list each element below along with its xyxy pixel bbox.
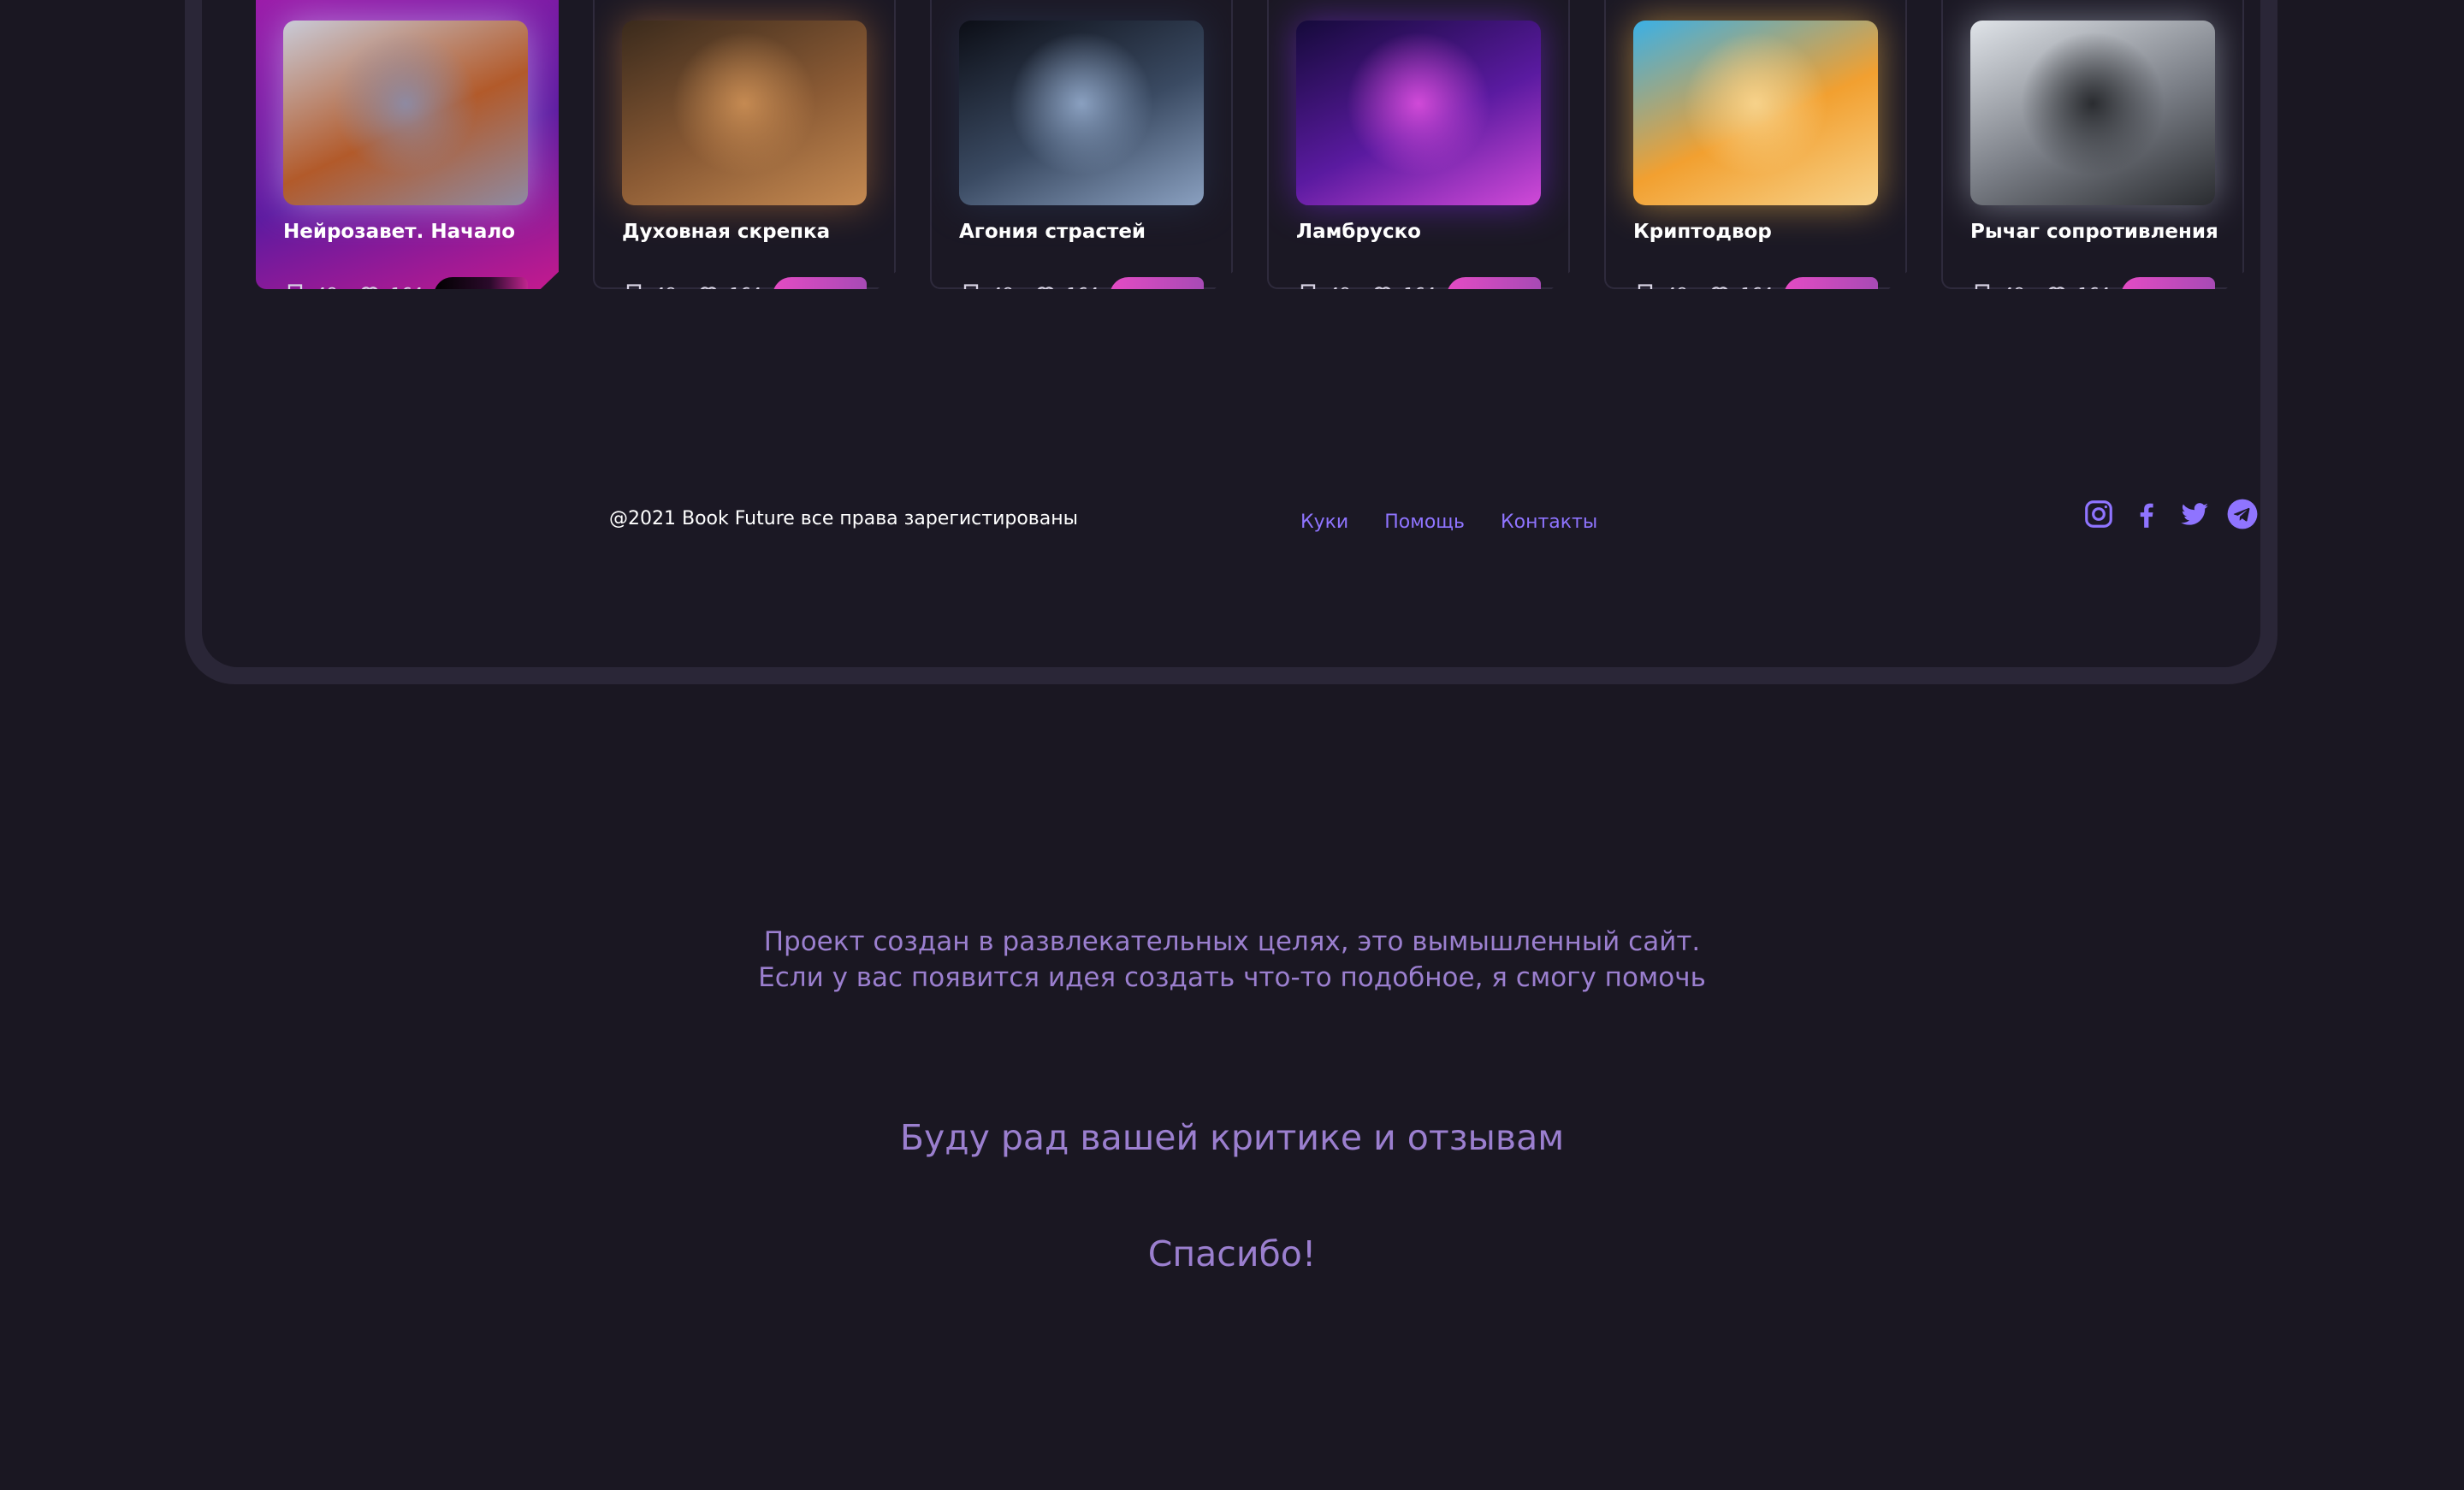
bookmark-count: 48 [1329,284,1351,305]
book-stats: 48 164 [283,282,424,306]
note-line-1: Проект создан в развлекательных целях, э… [763,926,1701,957]
bookmark-count: 48 [992,284,1014,305]
read-button[interactable]: Читать [1784,277,1878,289]
book-cover-image[interactable] [1296,21,1541,205]
telegram-icon[interactable] [2226,498,2259,530]
book-cover-image[interactable] [1633,21,1878,205]
book-title: Ламбруско [1296,221,1421,243]
project-note: Проект создан в развлекательных целях, э… [0,924,2464,996]
facebook-icon[interactable] [2130,498,2163,530]
like-count: 164 [729,284,762,305]
book-stats: 48 164 [1970,282,2111,306]
like-count: 164 [1740,284,1774,305]
book-title: Рычаг сопротивления [1970,221,2218,243]
book-card[interactable]: Рычаг сопротивления 48 164 Читать [1941,0,2244,289]
heart-icon[interactable] [358,282,382,306]
bookmark-icon[interactable] [959,282,983,306]
bookmark-icon[interactable] [622,282,646,306]
book-cover-image[interactable] [1970,21,2215,205]
instagram-icon[interactable] [2082,498,2115,530]
like-count: 164 [1066,284,1099,305]
book-cover-image[interactable] [959,21,1204,205]
note-line-2: Если у вас появится идея создать что-то … [758,962,1706,993]
book-stats: 48 164 [959,282,1099,306]
social-links [2082,498,2259,530]
read-button[interactable]: Читать [1110,277,1204,289]
book-title: Нейрозавет. Начало [283,221,516,243]
twitter-icon[interactable] [2178,498,2211,530]
book-cover-image[interactable] [283,21,528,205]
thanks-note: Спасибо! [1147,1233,1317,1274]
footer-link-cookies[interactable]: Куки [1300,511,1348,533]
book-stats: 48 164 [1633,282,1774,306]
book-card[interactable]: Духовная скрепка 48 164 Читать [593,0,896,289]
book-title: Криптодвор [1633,221,1772,243]
bookmark-icon[interactable] [1633,282,1657,306]
book-card[interactable]: Ламбруско 48 164 Читать [1267,0,1570,289]
read-button[interactable]: Читать [1447,277,1541,289]
feedback-note: Буду рад вашей критике и отзывам [899,1117,1565,1158]
read-button[interactable]: Читать [434,277,528,289]
book-cover-image[interactable] [622,21,867,205]
read-button[interactable]: Читать [773,277,867,289]
book-title: Агония страстей [959,221,1146,243]
bookmark-icon[interactable] [1970,282,1994,306]
bookmark-count: 48 [316,284,338,305]
footer-link-help[interactable]: Помощь [1384,511,1465,533]
bookmark-count: 48 [2003,284,2025,305]
heart-icon[interactable] [1371,282,1395,306]
book-stats: 48 164 [622,282,762,306]
book-cards-row: Нейрозавет. Начало 48 164 Читать Духовна… [256,0,2244,289]
book-card[interactable]: Агония страстей 48 164 Читать [930,0,1233,289]
bookmark-count: 48 [654,284,677,305]
book-stats: 48 164 [1296,282,1436,306]
footer-copyright: @2021 Book Future все права зарегистиров… [609,508,1079,529]
book-card[interactable]: Криптодвор 48 164 Читать [1604,0,1907,289]
heart-icon[interactable] [2045,282,2069,306]
like-count: 164 [1403,284,1436,305]
bookmark-icon[interactable] [283,282,307,306]
heart-icon[interactable] [696,282,720,306]
bookmark-icon[interactable] [1296,282,1320,306]
like-count: 164 [2077,284,2111,305]
footer-links: Куки Помощь Контакты [1300,511,1597,533]
read-button[interactable]: Читать [2121,277,2215,289]
book-card[interactable]: Нейрозавет. Начало 48 164 Читать [256,0,559,289]
bookmark-count: 48 [1666,284,1688,305]
book-title: Духовная скрепка [622,221,831,243]
footer-link-contacts[interactable]: Контакты [1501,511,1597,533]
catalog-frame: Нейрозавет. Начало 48 164 Читать Духовна… [185,0,2277,684]
heart-icon[interactable] [1708,282,1732,306]
heart-icon[interactable] [1034,282,1057,306]
catalog-panel: Нейрозавет. Начало 48 164 Читать Духовна… [202,0,2260,667]
like-count: 164 [390,284,424,305]
